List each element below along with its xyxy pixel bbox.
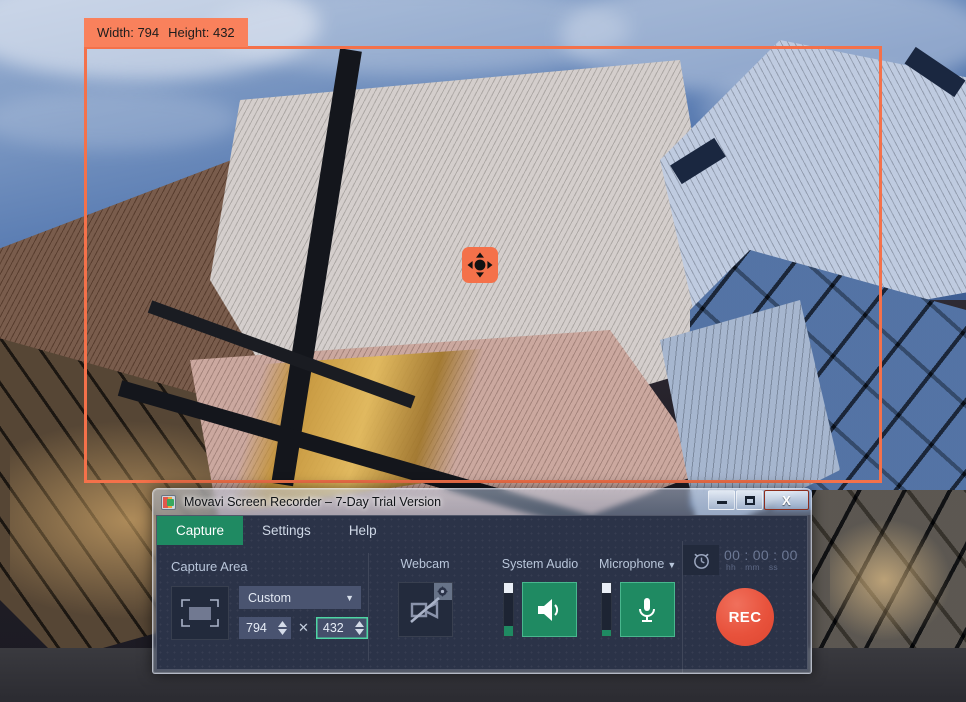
capture-area-title: Capture Area — [171, 559, 369, 574]
alarm-clock-icon — [692, 551, 711, 570]
webcam-device: Webcam — [369, 557, 481, 669]
timer-unit-mm: mm — [745, 562, 760, 572]
tab-capture[interactable]: Capture — [157, 516, 243, 545]
minimize-button[interactable] — [708, 490, 735, 510]
capture-area-controls: Custom ▼ 794 ✕ — [239, 586, 368, 640]
move-capture-area-handle[interactable] — [462, 247, 498, 283]
timer-schedule-button[interactable] — [683, 545, 719, 575]
lobby-warm-light — [830, 520, 950, 640]
tab-help[interactable]: Help — [330, 516, 396, 545]
capture-height-stepper[interactable]: 432 — [316, 617, 368, 639]
capture-dimensions-row: 794 ✕ 432 — [239, 617, 368, 639]
chevron-down-icon: ▼ — [667, 560, 676, 570]
maximize-icon — [745, 496, 755, 505]
capture-width-value: 794 — [246, 621, 275, 635]
capture-height-value: 432 — [323, 621, 352, 635]
window-body: Capture Settings Help Capture Area — [156, 515, 808, 670]
tab-capture-label: Capture — [176, 523, 224, 538]
preset-selected-value: Custom — [248, 591, 291, 605]
tab-bar: Capture Settings Help — [157, 516, 807, 545]
microphone-volume-slider[interactable] — [601, 582, 612, 637]
move-arrows-icon — [467, 252, 493, 278]
window-controls: X — [708, 490, 809, 510]
slider-knob[interactable] — [602, 583, 611, 593]
microphone-group — [601, 582, 675, 637]
recording-timer[interactable]: 00 : 00 : 00 hh mm ss — [683, 545, 807, 575]
capture-area-section: Capture Area — [157, 545, 369, 669]
microphone-toggle-button[interactable] — [620, 582, 675, 637]
timer-unit-hh: hh — [726, 562, 736, 572]
tab-settings[interactable]: Settings — [243, 516, 330, 545]
maximize-button[interactable] — [736, 490, 763, 510]
capture-area-preset-dropdown[interactable]: Custom ▼ — [239, 586, 361, 609]
chevron-up-icon — [278, 621, 287, 627]
width-spinner-arrows[interactable] — [278, 621, 287, 635]
capture-width-stepper[interactable]: 794 — [239, 617, 291, 639]
record-button[interactable]: REC — [716, 588, 774, 646]
dimension-separator: ✕ — [298, 620, 309, 636]
microphone-icon — [634, 596, 660, 624]
minimize-icon — [717, 501, 727, 504]
capture-area-preview-button[interactable] — [171, 586, 229, 640]
webcam-settings-button[interactable] — [434, 583, 452, 600]
close-button[interactable]: X — [764, 490, 809, 510]
movavi-screen-recorder-window[interactable]: Movavi Screen Recorder – 7-Day Trial Ver… — [152, 488, 812, 674]
slider-fill — [602, 630, 611, 636]
system-audio-device: System Audio — [481, 557, 599, 669]
height-spinner-arrows[interactable] — [355, 621, 364, 635]
chevron-down-icon — [355, 629, 364, 635]
close-icon: X — [782, 494, 791, 507]
system-audio-label: System Audio — [502, 557, 578, 571]
slider-knob[interactable] — [504, 583, 513, 593]
timer-value: 00 : 00 : 00 — [724, 548, 807, 563]
capture-tab-content: Capture Area — [157, 545, 807, 669]
tab-help-label: Help — [349, 523, 377, 538]
capture-size-badge: Width: 794 Height: 432 — [84, 18, 248, 47]
gear-icon — [437, 586, 448, 597]
chevron-up-icon — [355, 621, 364, 627]
chevron-down-icon: ▼ — [345, 593, 354, 603]
window-title: Movavi Screen Recorder – 7-Day Trial Ver… — [184, 495, 441, 509]
speaker-icon — [535, 597, 565, 623]
chevron-down-icon — [278, 629, 287, 635]
microphone-label[interactable]: Microphone▼ — [599, 557, 676, 571]
capture-width-label: Width: 794 — [97, 25, 159, 40]
selection-frame-icon — [180, 598, 220, 628]
record-section: 00 : 00 : 00 hh mm ss REC — [683, 545, 807, 669]
window-titlebar[interactable]: Movavi Screen Recorder – 7-Day Trial Ver… — [153, 489, 811, 515]
timer-unit-ss: ss — [769, 562, 778, 572]
microphone-label-text: Microphone — [599, 557, 664, 571]
system-audio-toggle-button[interactable] — [522, 582, 577, 637]
system-audio-group — [503, 582, 577, 637]
movavi-app-icon — [161, 495, 176, 510]
capture-height-label: Height: 432 — [168, 25, 235, 40]
timer-readout: 00 : 00 : 00 hh mm ss — [719, 545, 807, 575]
slider-fill — [504, 626, 513, 636]
system-audio-volume-slider[interactable] — [503, 582, 514, 637]
devices-section: Webcam — [369, 545, 683, 669]
webcam-toggle-button[interactable] — [398, 582, 453, 637]
tab-settings-label: Settings — [262, 523, 311, 538]
capture-area-row: Custom ▼ 794 ✕ — [171, 586, 369, 640]
webcam-label: Webcam — [400, 557, 449, 571]
microphone-device: Microphone▼ — [599, 557, 680, 669]
timer-units: hh mm ss — [724, 562, 807, 572]
